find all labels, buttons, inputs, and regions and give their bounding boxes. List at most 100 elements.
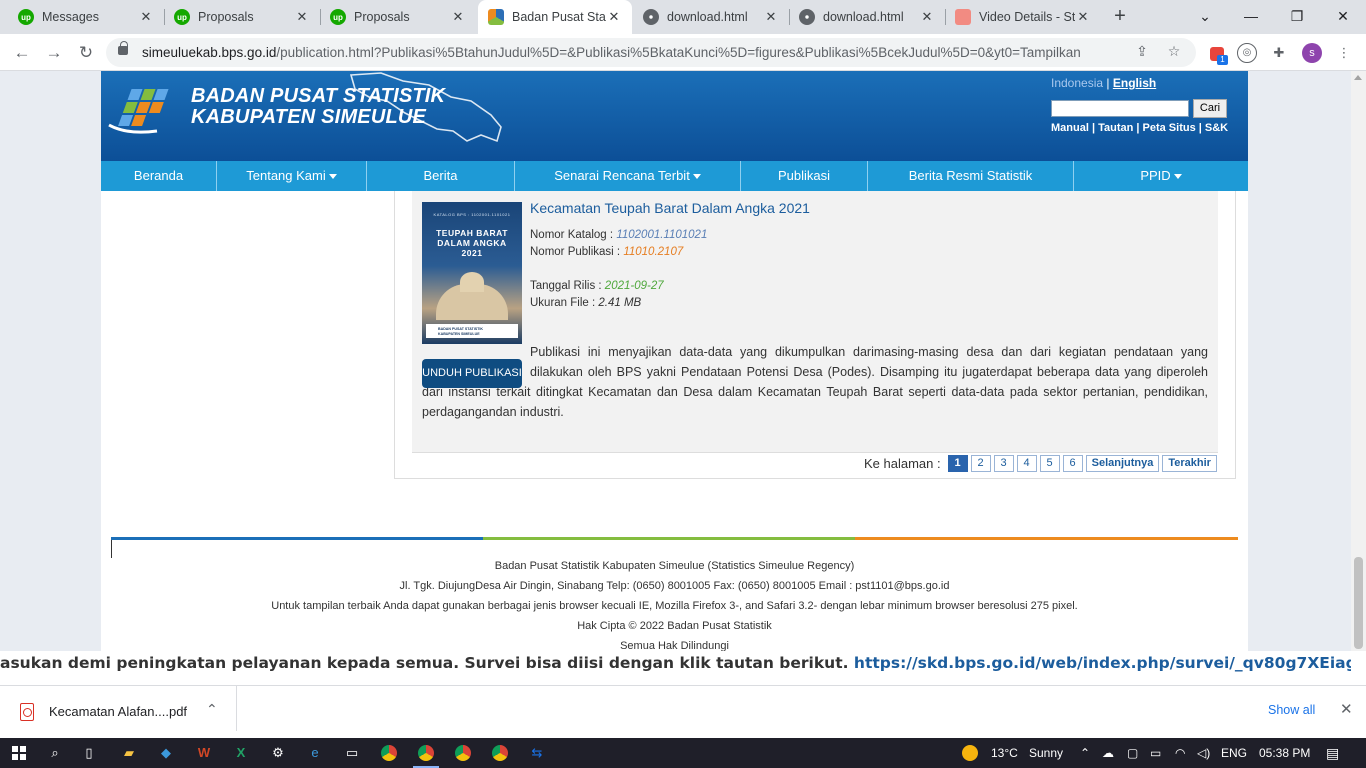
close-icon[interactable]: ✕ xyxy=(919,9,935,25)
close-icon[interactable]: ✕ xyxy=(138,9,154,25)
menu-berita[interactable]: Berita xyxy=(367,161,515,191)
close-icon[interactable]: ✕ xyxy=(294,9,310,25)
volume-icon[interactable]: ◁) xyxy=(1197,738,1210,768)
tab-search-chevron-icon[interactable]: ⌄ xyxy=(1182,0,1228,34)
page-5-link[interactable]: 5 xyxy=(1039,454,1060,472)
chrome-menu-icon[interactable]: ⋮ xyxy=(1333,42,1355,64)
accessibility-extension-icon[interactable]: ◎ xyxy=(1237,43,1257,63)
tab-bps-active[interactable]: Badan Pusat Stati ✕ xyxy=(478,0,632,34)
puzzle-extensions-icon[interactable]: ✚ xyxy=(1268,42,1290,64)
page-viewport: BADAN PUSAT STATISTIK KABUPATEN SIMEULUE… xyxy=(0,71,1366,651)
page-scrollbar[interactable] xyxy=(1351,71,1366,651)
menu-tentang-kami[interactable]: Tentang Kami xyxy=(217,161,367,191)
weather-temp[interactable]: 13°C xyxy=(991,738,1018,768)
tray-chevron-icon[interactable]: ⌃ xyxy=(1080,738,1090,768)
scrollbar-thumb[interactable] xyxy=(1354,557,1363,649)
header-quick-links[interactable]: Manual | Tautan | Peta Situs | S&K xyxy=(1051,122,1228,134)
menu-senarai-rencana-terbit[interactable]: Senarai Rencana Terbit xyxy=(515,161,741,191)
close-icon[interactable]: ✕ xyxy=(606,9,622,25)
page-1-link[interactable]: 1 xyxy=(947,454,968,472)
internet-explorer-icon[interactable]: e xyxy=(305,743,325,763)
bps-icon xyxy=(488,9,504,25)
page-2-link[interactable]: 2 xyxy=(970,454,991,472)
tab-proposals[interactable]: up Proposals ✕ xyxy=(164,0,320,34)
header-search-input[interactable] xyxy=(1051,100,1189,117)
tab-proposals-2[interactable]: up Proposals ✕ xyxy=(320,0,476,34)
teamviewer-icon[interactable]: ⇆ xyxy=(527,743,547,763)
menu-ppid[interactable]: PPID xyxy=(1074,161,1248,191)
bps-logo-icon[interactable] xyxy=(107,85,183,137)
chrome-icon-2[interactable] xyxy=(453,743,473,763)
reload-icon[interactable]: ↻ xyxy=(72,39,100,67)
cover-title-line: 2021 xyxy=(461,248,483,258)
tab-download[interactable]: download.html ✕ xyxy=(633,0,789,34)
extension-badge-icon[interactable]: 1 xyxy=(1206,42,1228,65)
next-page-link[interactable]: Selanjutnya xyxy=(1085,454,1160,472)
last-page-link[interactable]: Terakhir xyxy=(1162,454,1217,472)
publication-cover-image[interactable]: KATALOG BPS : 1102001.1101021 TEUPAH BAR… xyxy=(422,202,522,344)
chevron-up-icon[interactable]: ⌃ xyxy=(206,701,218,718)
settings-gear-icon[interactable]: ⚙ xyxy=(268,743,288,763)
main-content: KATALOG BPS : 1102001.1101021 TEUPAH BAR… xyxy=(101,191,1248,651)
minimize-button[interactable]: — xyxy=(1228,0,1274,34)
chrome-icon[interactable] xyxy=(379,743,399,763)
publication-item: KATALOG BPS : 1102001.1101021 TEUPAH BAR… xyxy=(412,191,1218,453)
menu-publikasi[interactable]: Publikasi xyxy=(741,161,868,191)
wps-office-icon[interactable]: W xyxy=(194,743,214,763)
tab-download-2[interactable]: download.html ✕ xyxy=(789,0,945,34)
page-3-link[interactable]: 3 xyxy=(993,454,1014,472)
menu-berita-resmi-statistik[interactable]: Berita Resmi Statistik xyxy=(868,161,1074,191)
restore-button[interactable]: ❐ xyxy=(1274,0,1320,34)
tab-video-details[interactable]: Video Details - St ✕ xyxy=(945,0,1101,34)
tab-messages[interactable]: up Messages ✕ xyxy=(8,0,164,34)
close-icon[interactable]: ✕ xyxy=(763,9,779,25)
vscode-icon[interactable]: ◆ xyxy=(156,743,176,763)
lang-indonesia-link[interactable]: Indonesia xyxy=(1051,76,1103,90)
header-search-button[interactable]: Cari xyxy=(1193,99,1227,118)
close-icon[interactable]: ✕ xyxy=(1075,9,1091,25)
weather-sun-icon xyxy=(962,745,978,761)
simeulue-map-icon xyxy=(349,72,502,143)
forward-arrow-icon[interactable]: → xyxy=(40,39,68,67)
battery-icon[interactable]: ▭ xyxy=(1150,738,1161,768)
chrome-icon-3[interactable] xyxy=(490,743,510,763)
new-tab-button[interactable]: + xyxy=(1108,4,1132,28)
publication-title-link[interactable]: Kecamatan Teupah Barat Dalam Angka 2021 xyxy=(530,200,810,216)
show-all-downloads-link[interactable]: Show all xyxy=(1268,703,1315,717)
page-6-link[interactable]: 6 xyxy=(1062,454,1083,472)
windows-start-icon[interactable] xyxy=(12,746,26,760)
lang-english-link[interactable]: English xyxy=(1113,76,1156,90)
clock-time[interactable]: 05:38 PM xyxy=(1259,738,1310,768)
footer-org: Badan Pusat Statistik Kabupaten Simeulue… xyxy=(494,560,855,572)
notification-tray-icon[interactable]: ▢ xyxy=(1127,738,1138,768)
release-date-label: Tanggal Rilis : xyxy=(530,280,602,292)
chrome-active-icon[interactable] xyxy=(416,743,436,763)
scroll-up-arrow-icon[interactable] xyxy=(1354,75,1362,80)
wifi-icon[interactable]: ◠ xyxy=(1175,738,1185,768)
back-arrow-icon[interactable]: ← xyxy=(8,39,36,67)
bookmark-star-icon[interactable]: ☆ xyxy=(1164,43,1184,63)
menu-beranda[interactable]: Beranda xyxy=(101,161,217,191)
excel-icon[interactable]: X xyxy=(231,743,251,763)
survey-link[interactable]: https://skd.bps.go.id/web/index.php/surv… xyxy=(854,654,1351,672)
profile-avatar[interactable]: s xyxy=(1302,43,1322,63)
window-close-button[interactable]: ✕ xyxy=(1320,0,1366,34)
file-explorer-icon[interactable]: ▰ xyxy=(119,743,139,763)
command-prompt-icon[interactable]: ▭ xyxy=(342,743,362,763)
search-icon[interactable]: ⌕ xyxy=(45,743,65,763)
action-center-icon[interactable]: ▤ xyxy=(1326,738,1339,768)
download-file-name[interactable]: Kecamatan Alafan....pdf xyxy=(49,704,187,719)
task-view-icon[interactable]: ▯ xyxy=(79,743,99,763)
menu-label: Beranda xyxy=(133,168,184,183)
input-language[interactable]: ENG xyxy=(1221,738,1247,768)
onedrive-icon[interactable]: ☁ xyxy=(1102,738,1114,768)
close-icon[interactable]: ✕ xyxy=(1340,700,1353,718)
lang-separator: | xyxy=(1106,76,1110,90)
weather-text[interactable]: Sunny xyxy=(1029,738,1063,768)
address-bar[interactable]: simeuluekab.bps.go.id/publication.html?P… xyxy=(106,38,1196,67)
page-4-link[interactable]: 4 xyxy=(1016,454,1037,472)
close-icon[interactable]: ✕ xyxy=(450,9,466,25)
share-icon[interactable]: ⇪ xyxy=(1132,43,1152,63)
download-publication-button[interactable]: UNDUH PUBLIKASI xyxy=(422,359,522,388)
lock-icon xyxy=(118,41,128,55)
